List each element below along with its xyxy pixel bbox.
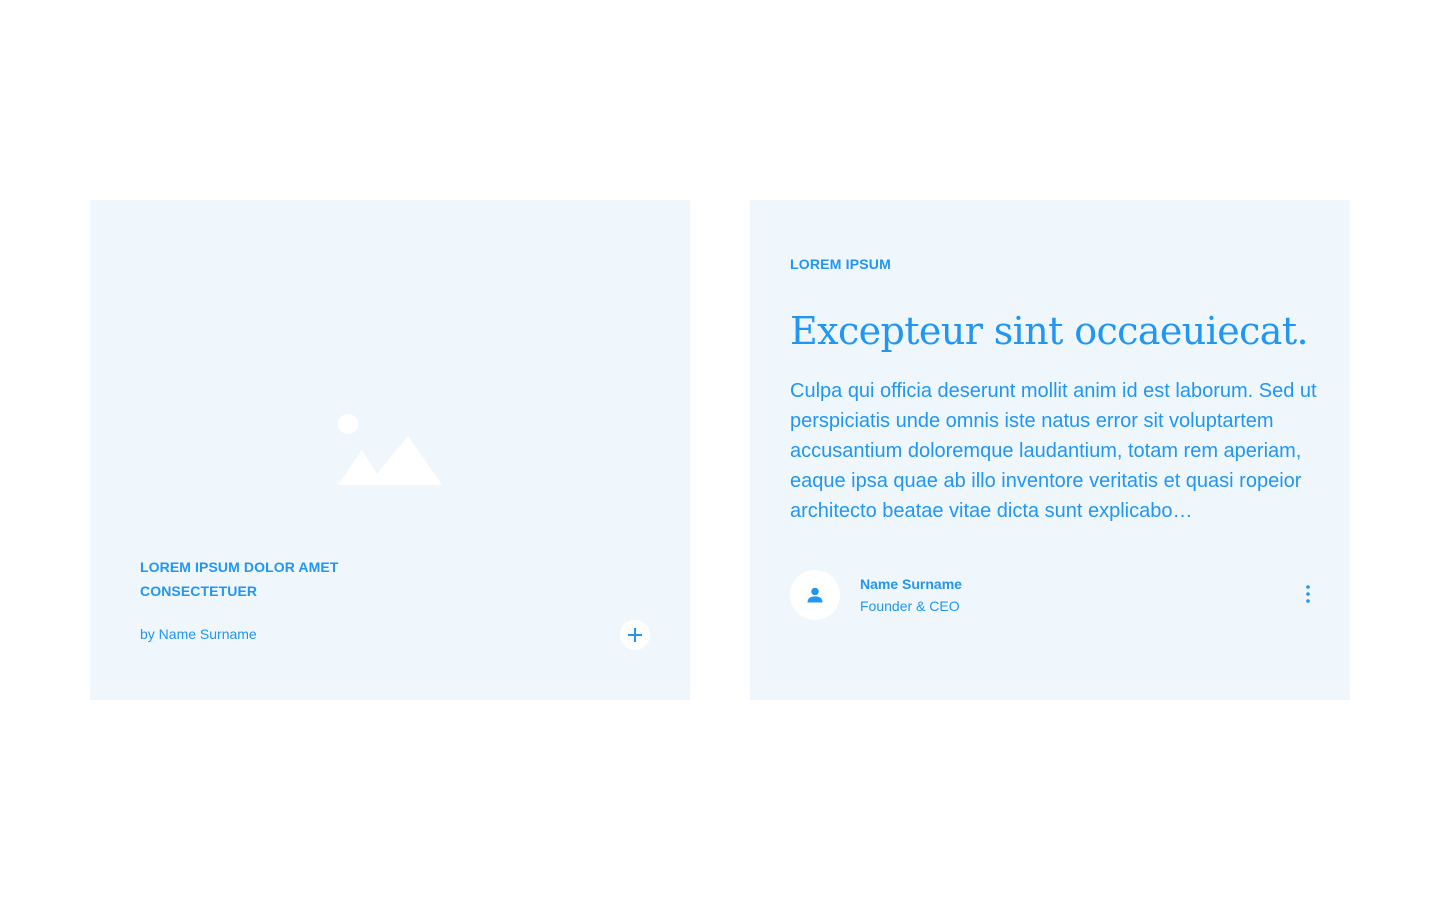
card-byline: by Name Surname <box>140 626 257 642</box>
more-options-button[interactable] <box>1296 582 1320 606</box>
avatar[interactable] <box>790 570 840 620</box>
plus-icon <box>626 626 644 644</box>
add-button[interactable] <box>620 620 650 650</box>
card-headline: Excepteur sint occaeuiecat. <box>790 309 1309 353</box>
card-eyebrow: LOREM IPSUM <box>790 256 891 272</box>
author-name: Name Surname <box>860 576 962 592</box>
card-title: LOREM IPSUM DOLOR AMET CONSECTETUER <box>140 559 339 599</box>
more-vertical-icon <box>1305 584 1311 604</box>
card-body-text: Culpa qui officia deserunt mollit anim i… <box>790 380 1317 522</box>
image-placeholder-icon <box>338 414 442 486</box>
author-role: Founder & CEO <box>860 598 960 614</box>
person-icon <box>806 586 824 604</box>
